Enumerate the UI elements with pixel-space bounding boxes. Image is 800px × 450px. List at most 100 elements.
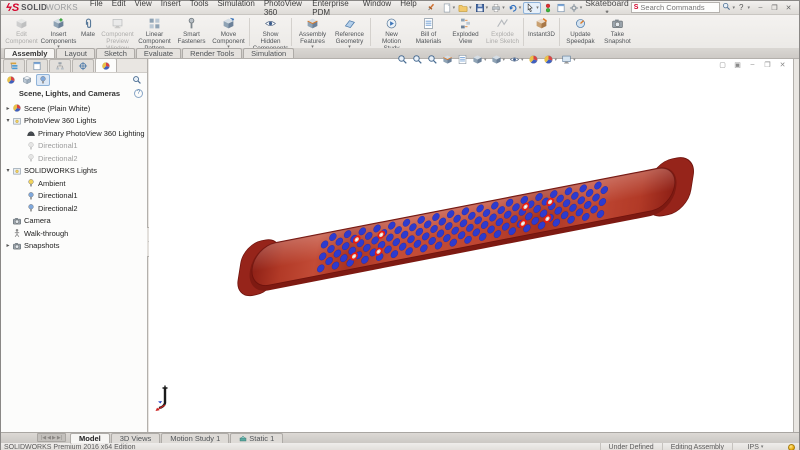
- instant3d-button[interactable]: Instant3D: [526, 16, 557, 48]
- tab-sketch[interactable]: Sketch: [95, 48, 135, 58]
- tree-item-primary-photoview-360-lighting[interactable]: Primary PhotoView 360 Lighting: [1, 127, 147, 140]
- graphics-area[interactable]: ▾ ▾ ▾ ▾ ▾ ▢ ▣ – ❐ ✕: [149, 55, 797, 433]
- insert-components-button[interactable]: Insert Components ▾: [40, 16, 77, 48]
- options-button[interactable]: ▾: [568, 3, 584, 13]
- close-button[interactable]: ✕: [782, 2, 795, 13]
- manager-tab-propertymanager[interactable]: [26, 59, 48, 72]
- tree-item-directional2[interactable]: Directional2: [1, 202, 147, 215]
- search-box[interactable]: S: [630, 2, 720, 13]
- select-button[interactable]: ▾: [523, 1, 541, 14]
- reference-geometry-button[interactable]: Reference Geometry ▾: [331, 16, 368, 48]
- tab-nav-3[interactable]: ▶|: [57, 435, 62, 441]
- view-scene-lights-cameras-button[interactable]: [36, 74, 50, 86]
- hide-show-items-button[interactable]: ▾: [508, 54, 525, 65]
- tab-evaluate[interactable]: Evaluate: [135, 48, 182, 58]
- bill-of-materials-button[interactable]: Bill of Materials: [410, 16, 447, 48]
- pin-icon[interactable]: [426, 2, 436, 14]
- tab-render-tools[interactable]: Render Tools: [182, 48, 243, 58]
- zoom-fit-button[interactable]: [396, 54, 409, 65]
- doc-restore-button[interactable]: ❐: [761, 59, 774, 70]
- annotation-views-button[interactable]: [456, 54, 469, 65]
- tree-item-directional2[interactable]: Directional2: [1, 152, 147, 165]
- study-tab-static-1[interactable]: Static 1: [230, 433, 284, 443]
- search-dropdown-icon[interactable]: ▾: [733, 5, 736, 11]
- help-button[interactable]: ?: [737, 3, 745, 12]
- rebuild-button[interactable]: [542, 3, 554, 13]
- file-properties-button[interactable]: [555, 3, 567, 13]
- search-magnifier-icon[interactable]: [722, 2, 731, 13]
- linear-component-pattern-button[interactable]: Linear Component Pattern▾: [136, 16, 173, 48]
- tree-item-scene-plain-white-[interactable]: ▸ Scene (Plain White): [1, 102, 147, 115]
- tree-item-snapshots[interactable]: ▸ Snapshots: [1, 240, 147, 253]
- print-button[interactable]: ▾: [490, 3, 506, 13]
- help-dropdown-icon[interactable]: ▾: [747, 5, 750, 11]
- doc-tile-button[interactable]: ▣: [731, 59, 744, 70]
- search-input[interactable]: [640, 3, 711, 12]
- expand-expanded-icon[interactable]: ▾: [4, 117, 12, 124]
- doc-minimize-button[interactable]: –: [746, 59, 759, 70]
- tab-nav-2[interactable]: ▶: [52, 435, 56, 441]
- zoom-area-button[interactable]: [411, 54, 424, 65]
- view-settings-button[interactable]: ▾: [560, 54, 577, 65]
- previous-view-button[interactable]: [426, 54, 439, 65]
- manager-tab-displaymanager[interactable]: [95, 58, 117, 72]
- undo-button[interactable]: ▾: [507, 3, 523, 13]
- tree-item-ambient[interactable]: Ambient: [1, 177, 147, 190]
- apply-scene-button[interactable]: ▾: [542, 54, 559, 65]
- open-button[interactable]: ▾: [457, 3, 473, 13]
- camera-icon: [611, 17, 624, 30]
- minimize-button[interactable]: –: [754, 2, 767, 13]
- study-tab-model[interactable]: Model: [70, 433, 110, 443]
- skateboard-model[interactable]: [149, 59, 797, 433]
- view-appearances-button[interactable]: [4, 74, 18, 86]
- exploded-view-button[interactable]: Exploded View: [447, 16, 484, 48]
- study-tab-motion-study-1[interactable]: Motion Study 1: [161, 433, 230, 443]
- tree-item-solidworks-lights[interactable]: ▾ SOLIDWORKS Lights: [1, 165, 147, 178]
- monitor-icon: [561, 54, 572, 65]
- view-orientation-button[interactable]: ▾: [471, 54, 488, 65]
- tree-item-directional1[interactable]: Directional1: [1, 190, 147, 203]
- tab-nav-1[interactable]: ◀: [47, 435, 51, 441]
- expand-collapsed-icon[interactable]: ▸: [4, 242, 12, 249]
- new-button[interactable]: ▾: [441, 3, 457, 13]
- new-motion-study-button[interactable]: New Motion Study: [373, 16, 410, 48]
- tab-navigation-buttons[interactable]: |◀ ◀ ▶ ▶|: [37, 433, 67, 442]
- show-hidden-components-button[interactable]: Show Hidden Components: [252, 16, 289, 48]
- tree-item-directional1[interactable]: Directional1: [1, 140, 147, 153]
- doc-close-button[interactable]: ✕: [776, 59, 789, 70]
- scene-ball-icon: [12, 103, 22, 113]
- units-selector[interactable]: IPS ▾: [732, 443, 778, 450]
- tab-simulation[interactable]: Simulation: [243, 48, 295, 58]
- move-component-button[interactable]: Move Component ▾: [210, 16, 247, 48]
- study-tab-3d-views[interactable]: 3D Views: [110, 433, 161, 443]
- expand-collapsed-icon[interactable]: ▸: [4, 105, 12, 112]
- tab-layout[interactable]: Layout: [56, 48, 95, 58]
- manager-tab-dimxpertmanager[interactable]: [72, 59, 94, 72]
- doc-cascade-button[interactable]: ▢: [716, 59, 729, 70]
- section-view-button[interactable]: [441, 54, 454, 65]
- assembly-features-button[interactable]: Assembly Features ▾: [294, 16, 331, 48]
- view-decals-button[interactable]: [20, 74, 34, 86]
- tree-item-photoview-360-lights[interactable]: ▾ PhotoView 360 Lights: [1, 115, 147, 128]
- expand-expanded-icon[interactable]: ▾: [4, 167, 12, 174]
- restore-button[interactable]: ❐: [768, 2, 781, 13]
- update-speedpak-button[interactable]: Update Speedpak: [562, 16, 599, 48]
- mate-button[interactable]: Mate: [77, 16, 99, 48]
- smart-fasteners-button[interactable]: Smart Fasteners: [173, 16, 210, 48]
- filter-button[interactable]: [130, 74, 144, 86]
- save-button[interactable]: ▾: [474, 3, 490, 13]
- tab-nav-0[interactable]: |◀: [41, 435, 46, 441]
- manager-tab-featuremanager[interactable]: [3, 59, 25, 72]
- magnifier-icon: [132, 75, 142, 85]
- edit-appearance-button[interactable]: [527, 54, 540, 65]
- gear-icon: [569, 3, 579, 13]
- display-style-button[interactable]: ▾: [490, 54, 507, 65]
- manager-tab-configurationmanager[interactable]: [49, 59, 71, 72]
- tree-item-walk-through[interactable]: Walk-through: [1, 227, 147, 240]
- take-snapshot-button[interactable]: Take Snapshot: [599, 16, 636, 48]
- tab-assembly[interactable]: Assembly: [4, 48, 56, 58]
- panel-help-icon[interactable]: ?: [134, 88, 143, 98]
- tree-item-camera[interactable]: Camera: [1, 215, 147, 228]
- study-tab-label: Model: [79, 433, 101, 443]
- status-sphere-icon: [788, 443, 795, 450]
